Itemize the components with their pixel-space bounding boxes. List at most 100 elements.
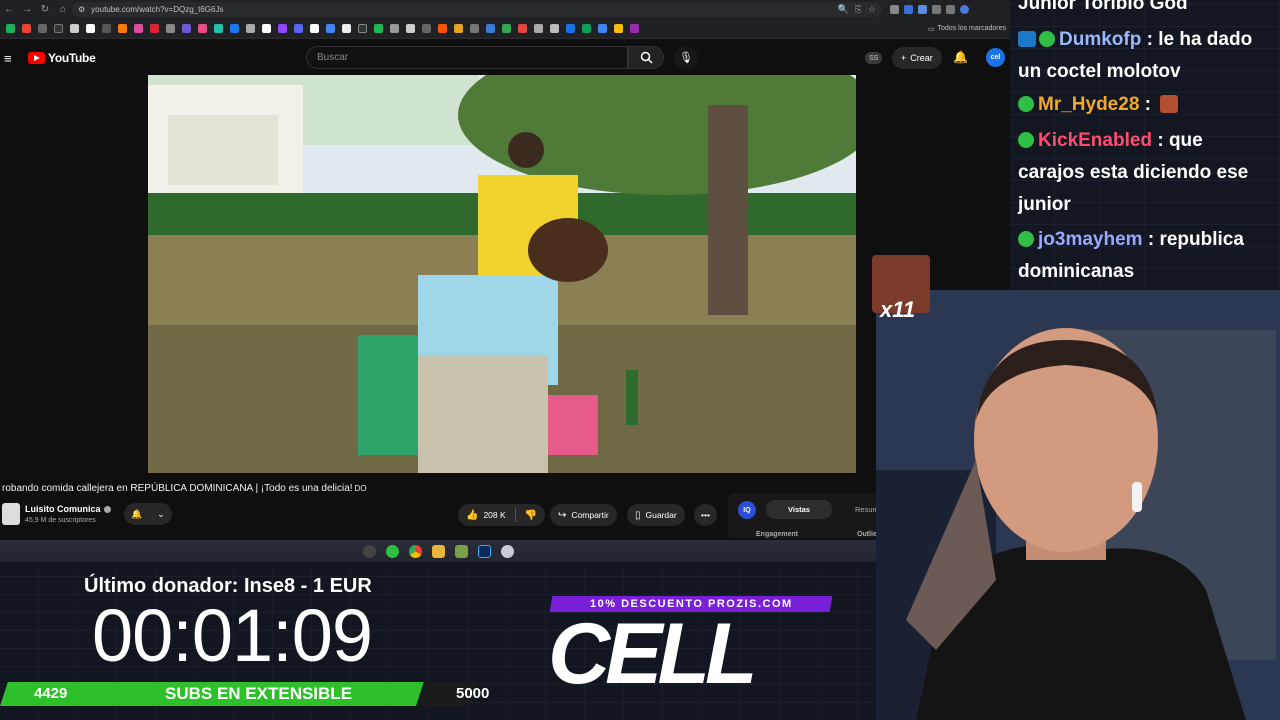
bookmark-icon[interactable] bbox=[486, 24, 495, 33]
taskbar-app-icon[interactable] bbox=[454, 544, 468, 558]
bookmark-icon[interactable] bbox=[630, 24, 639, 33]
bookmark-icon[interactable] bbox=[470, 24, 479, 33]
tiktok-bookmark-icon[interactable] bbox=[54, 24, 63, 33]
folder-icon[interactable] bbox=[431, 544, 445, 558]
bookmark-icon[interactable] bbox=[422, 24, 431, 33]
bell-icon: 🔔 bbox=[131, 508, 143, 519]
extension-icon[interactable] bbox=[904, 5, 913, 14]
gmail-bookmark-icon[interactable] bbox=[22, 24, 31, 33]
taskbar-app-icon[interactable] bbox=[500, 544, 514, 558]
bookmark-icon[interactable] bbox=[214, 24, 223, 33]
bookmark-icon[interactable] bbox=[70, 24, 79, 33]
webcam-image bbox=[876, 290, 1280, 720]
bookmark-icon[interactable] bbox=[454, 24, 463, 33]
bookmark-icon[interactable] bbox=[6, 24, 15, 33]
outlier-label: Outlie bbox=[857, 531, 877, 538]
bookmark-icon[interactable] bbox=[374, 24, 383, 33]
back-icon[interactable]: ← bbox=[0, 0, 18, 19]
subscribed-button[interactable]: 🔔 ⌄ bbox=[124, 503, 172, 525]
omnibox[interactable]: ⚙ youtube.com/watch?v=DQzg_t6G6Js 🔍 ⎘ ☆ bbox=[72, 2, 882, 17]
bookmark-icon[interactable] bbox=[518, 24, 527, 33]
profile-icon[interactable] bbox=[960, 5, 969, 14]
bookmark-icon: ▯ bbox=[635, 509, 641, 521]
bookmark-icon[interactable] bbox=[182, 24, 191, 33]
bookmark-icon[interactable] bbox=[150, 24, 159, 33]
extension-icon[interactable] bbox=[918, 5, 927, 14]
save-button[interactable]: ▯ Guardar bbox=[627, 504, 685, 526]
share-page-icon[interactable]: ⎘ bbox=[855, 4, 862, 15]
share-button[interactable]: ↪ Compartir bbox=[550, 504, 617, 526]
bookmark-icon[interactable] bbox=[294, 24, 303, 33]
all-bookmarks[interactable]: ▭ Todos los marcadores bbox=[928, 25, 1010, 33]
menu-icon[interactable]: ≡ bbox=[4, 51, 20, 66]
chat-panel: Junior Toribio God Dumkofp : le ha dado … bbox=[1010, 0, 1280, 290]
voice-search-button[interactable]: 🎙 bbox=[674, 46, 698, 69]
x-bookmark-icon[interactable] bbox=[38, 24, 47, 33]
subs-current: 4429 bbox=[34, 685, 68, 702]
channel-name[interactable]: Luisito Comunica bbox=[25, 504, 111, 514]
chat-username: Junior Toribio God bbox=[1018, 0, 1188, 14]
sidebar-icon[interactable] bbox=[946, 5, 955, 14]
tab-vistas[interactable]: Vistas bbox=[766, 500, 832, 519]
channel-subscribers: 45,9 M de suscriptores bbox=[25, 517, 96, 524]
extension-icon[interactable] bbox=[890, 5, 899, 14]
bookmark-icon[interactable] bbox=[230, 24, 239, 33]
bookmark-icon[interactable] bbox=[310, 24, 319, 33]
bookmark-icon[interactable] bbox=[390, 24, 399, 33]
site-info-icon[interactable]: ⚙ bbox=[78, 5, 85, 14]
channel-avatar[interactable] bbox=[2, 503, 20, 525]
bookmark-icon[interactable] bbox=[262, 24, 271, 33]
bookmark-icon[interactable] bbox=[342, 24, 351, 33]
bookmark-icon[interactable] bbox=[118, 24, 127, 33]
instagram-bookmark-icon[interactable] bbox=[198, 24, 207, 33]
create-button[interactable]: + Crear bbox=[892, 47, 942, 69]
bookmark-icon[interactable] bbox=[550, 24, 559, 33]
bookmark-icon[interactable] bbox=[614, 24, 623, 33]
user-badge-icon bbox=[1018, 96, 1034, 112]
bookmark-icon[interactable] bbox=[406, 24, 415, 33]
photoshop-icon[interactable] bbox=[477, 544, 491, 558]
bookmark-icon[interactable] bbox=[246, 24, 255, 33]
notifications-bell-icon[interactable]: 🔔 bbox=[953, 50, 968, 64]
like-count: 208 K bbox=[483, 510, 506, 520]
ss-badge[interactable]: SS bbox=[865, 52, 883, 64]
reload-icon[interactable]: ↻ bbox=[36, 0, 54, 19]
save-label: Guardar bbox=[645, 510, 677, 520]
home-icon[interactable]: ⌂ bbox=[54, 0, 72, 19]
mic-icon: 🎙 bbox=[679, 52, 693, 64]
bookmark-icon[interactable] bbox=[166, 24, 175, 33]
bookmark-icon[interactable] bbox=[278, 24, 287, 33]
extensions-puzzle-icon[interactable] bbox=[932, 5, 941, 14]
bookmark-star-icon[interactable]: ☆ bbox=[868, 4, 876, 15]
bookmark-icon[interactable] bbox=[102, 24, 111, 33]
like-button[interactable]: 👍 208 K 👎 bbox=[458, 504, 546, 526]
taskbar-app-icon[interactable] bbox=[385, 544, 399, 558]
iq-badge[interactable]: IQ bbox=[738, 501, 756, 519]
bookmark-icon[interactable] bbox=[358, 24, 367, 33]
zoom-icon[interactable]: 🔍 bbox=[838, 4, 849, 15]
bookmark-icon[interactable] bbox=[134, 24, 143, 33]
chat-message: jo3mayhem : republica dominicanas bbox=[1018, 229, 1244, 282]
browser-window: ← → ↻ ⌂ ⚙ youtube.com/watch?v=DQzg_t6G6J… bbox=[0, 0, 1010, 538]
account-avatar[interactable]: cel bbox=[986, 48, 1005, 67]
url-text[interactable]: youtube.com/watch?v=DQzg_t6G6Js bbox=[91, 5, 223, 14]
bookmark-icon[interactable] bbox=[534, 24, 543, 33]
search-button[interactable] bbox=[628, 46, 664, 69]
bookmark-icon[interactable] bbox=[502, 24, 511, 33]
chrome-icon[interactable] bbox=[408, 544, 422, 558]
taskbar-app-icon[interactable] bbox=[362, 544, 376, 558]
folder-icon: ▭ bbox=[927, 25, 935, 33]
youtube-logo[interactable]: YouTube bbox=[28, 51, 96, 65]
forward-icon[interactable]: → bbox=[18, 0, 36, 19]
bookmark-icon[interactable] bbox=[86, 24, 95, 33]
search-input[interactable]: Buscar bbox=[306, 46, 628, 69]
bookmark-icon[interactable] bbox=[566, 24, 575, 33]
bookmark-icon[interactable] bbox=[598, 24, 607, 33]
thumbs-down-icon[interactable]: 👎 bbox=[525, 510, 537, 521]
bookmark-icon[interactable] bbox=[438, 24, 447, 33]
subs-goal: 5000 bbox=[456, 685, 490, 702]
more-actions-button[interactable]: ••• bbox=[694, 504, 717, 526]
bookmark-icon[interactable] bbox=[582, 24, 591, 33]
video-player[interactable] bbox=[148, 75, 856, 473]
bookmark-icon[interactable] bbox=[326, 24, 335, 33]
